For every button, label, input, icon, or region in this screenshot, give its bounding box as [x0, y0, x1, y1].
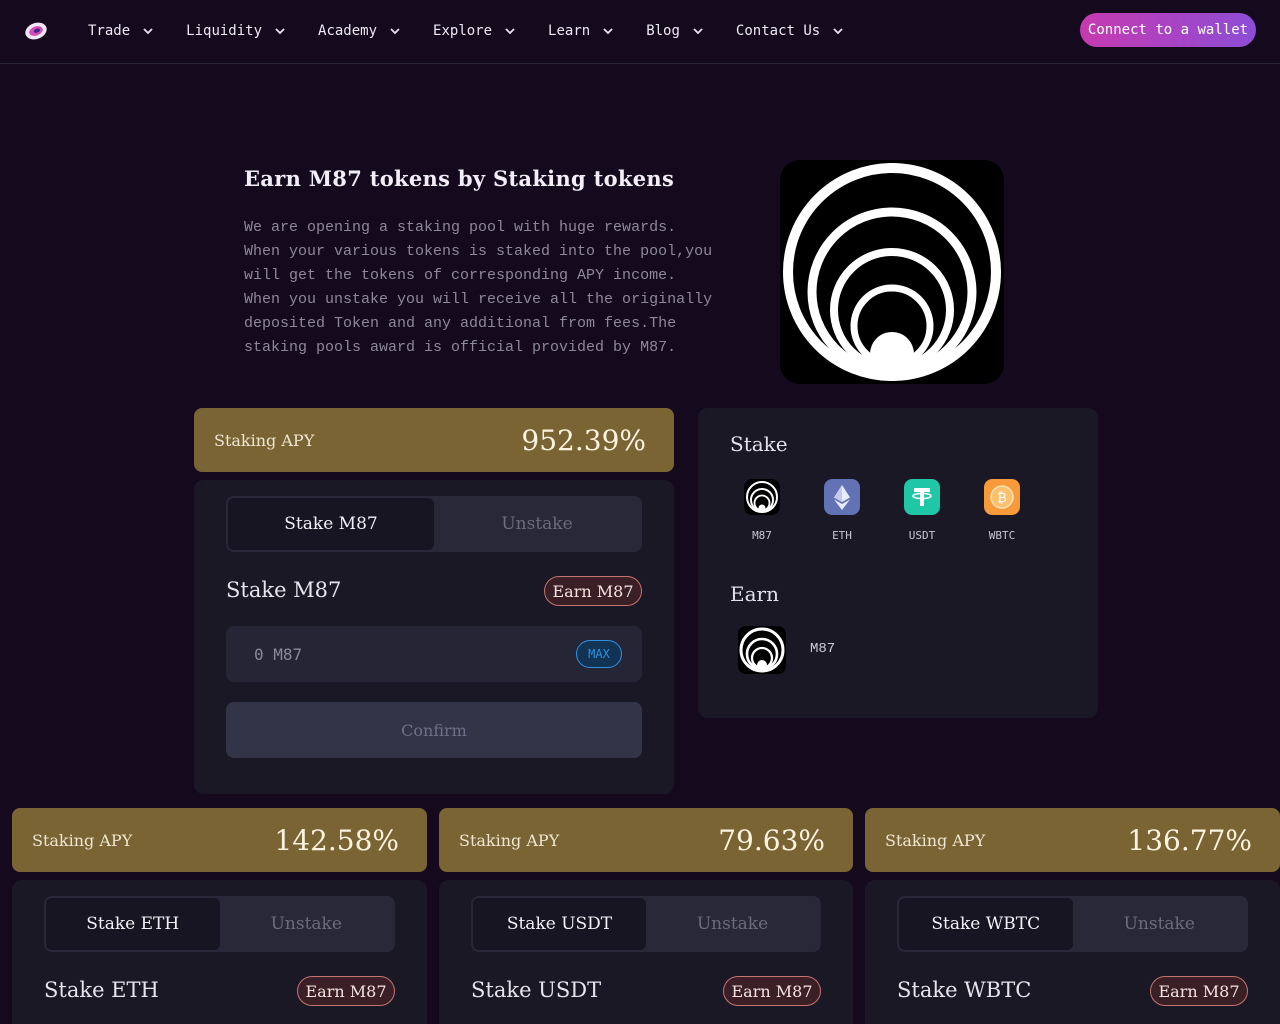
nav-trade-label: Trade — [88, 23, 131, 39]
m87-earn-icon — [738, 626, 786, 674]
apy-label: Staking APY — [214, 430, 315, 450]
m87-stake-panel: Stake M87 Unstake Stake M87 Earn M87 MAX… — [194, 480, 674, 794]
wbtc-stake-panel: Stake WBTC Unstake Stake WBTC Earn M87 — [865, 880, 1280, 1024]
usdt-stake-panel: Stake USDT Unstake Stake USDT Earn M87 — [439, 880, 853, 1024]
tab-stake-eth[interactable]: Stake ETH — [46, 898, 220, 950]
token-label: USDT — [908, 529, 936, 542]
apy-value: 79.63% — [718, 823, 825, 857]
apy-label: Staking APY — [459, 830, 560, 850]
apy-value: 142.58% — [274, 823, 399, 857]
token-eth[interactable]: ETH — [810, 479, 874, 542]
token-label: M87 — [752, 529, 772, 542]
wbtc-apy-bar: Staking APY 136.77% — [865, 808, 1280, 872]
nav-contact-us[interactable]: Contact Us — [736, 23, 844, 39]
tab-stake-m87[interactable]: Stake M87 — [228, 498, 434, 550]
tab-unstake[interactable]: Unstake — [1073, 898, 1247, 950]
svg-text:₿: ₿ — [997, 491, 1007, 506]
eth-apy-bar: Staking APY 142.58% — [12, 808, 427, 872]
max-button[interactable]: MAX — [576, 640, 622, 668]
stake-title: Stake ETH — [44, 978, 159, 1002]
app-logo-icon[interactable] — [24, 18, 48, 42]
nav-learn[interactable]: Learn — [548, 23, 614, 39]
main-nav: Trade Liquidity Academy Explore Learn Bl… — [88, 0, 876, 62]
nav-trade[interactable]: Trade — [88, 23, 154, 39]
stake-section-title: Stake — [730, 432, 788, 456]
chevron-down-icon — [833, 28, 843, 35]
nav-explore-label: Explore — [433, 23, 493, 39]
token-m87[interactable]: M87 — [730, 479, 794, 542]
chevron-down-icon — [390, 28, 400, 35]
wbtc-stake-tabs: Stake WBTC Unstake — [897, 896, 1248, 952]
usdt-stake-tabs: Stake USDT Unstake — [471, 896, 821, 952]
nav-liquidity[interactable]: Liquidity — [186, 23, 286, 39]
stake-title: Stake M87 — [226, 578, 342, 602]
m87-apy-bar: Staking APY 952.39% — [194, 408, 674, 472]
token-label: ETH — [832, 529, 852, 542]
chevron-down-icon — [275, 28, 285, 35]
stake-title: Stake USDT — [471, 978, 602, 1002]
tab-unstake[interactable]: Unstake — [434, 498, 640, 550]
nav-blog-label: Blog — [646, 23, 680, 39]
eth-stake-panel: Stake ETH Unstake Stake ETH Earn M87 — [12, 880, 427, 1024]
tab-unstake[interactable]: Unstake — [646, 898, 819, 950]
wbtc-icon: ₿ — [984, 479, 1020, 515]
confirm-button[interactable]: Confirm — [226, 702, 642, 758]
token-usdt[interactable]: USDT — [890, 479, 954, 542]
apy-label: Staking APY — [885, 830, 986, 850]
m87-logo-icon — [783, 163, 1001, 381]
token-wbtc[interactable]: ₿ WBTC — [970, 479, 1034, 542]
earn-badge: Earn M87 — [1150, 976, 1248, 1006]
tab-stake-usdt[interactable]: Stake USDT — [473, 898, 646, 950]
apy-value: 952.39% — [521, 423, 646, 457]
chevron-down-icon — [693, 28, 703, 35]
nav-academy-label: Academy — [318, 23, 378, 39]
m87-hero-logo — [780, 160, 1004, 384]
stake-title: Stake WBTC — [897, 978, 1032, 1002]
token-label: WBTC — [988, 529, 1016, 542]
nav-explore[interactable]: Explore — [433, 23, 516, 39]
earn-section-title: Earn — [730, 582, 779, 606]
usdt-icon — [904, 479, 940, 515]
tab-stake-wbtc[interactable]: Stake WBTC — [899, 898, 1073, 950]
earn-badge: Earn M87 — [723, 976, 821, 1006]
nav-contact-us-label: Contact Us — [735, 23, 821, 39]
m87-icon — [744, 479, 780, 515]
apy-label: Staking APY — [32, 830, 133, 850]
top-navigation-bar: Trade Liquidity Academy Explore Learn Bl… — [0, 0, 1280, 64]
nav-liquidity-label: Liquidity — [186, 23, 263, 39]
apy-value: 136.77% — [1127, 823, 1252, 857]
earn-badge: Earn M87 — [297, 976, 395, 1006]
hero-title: Earn M87 tokens by Staking tokens — [244, 166, 675, 191]
chevron-down-icon — [603, 28, 613, 35]
hero-description: We are opening a staking pool with huge … — [244, 219, 713, 356]
chevron-down-icon — [143, 28, 153, 35]
tab-unstake[interactable]: Unstake — [220, 898, 394, 950]
earn-token-label: M87 — [810, 641, 836, 657]
chevron-down-icon — [505, 28, 515, 35]
nav-academy[interactable]: Academy — [318, 23, 401, 39]
eth-icon — [824, 479, 860, 515]
usdt-apy-bar: Staking APY 79.63% — [439, 808, 853, 872]
eth-stake-tabs: Stake ETH Unstake — [44, 896, 395, 952]
earn-badge: Earn M87 — [544, 576, 642, 606]
nav-learn-label: Learn — [548, 23, 591, 39]
connect-wallet-button[interactable]: Connect to a wallet — [1080, 13, 1256, 47]
m87-stake-tabs: Stake M87 Unstake — [226, 496, 642, 552]
stake-amount-field: MAX — [226, 626, 642, 682]
nav-blog[interactable]: Blog — [646, 23, 704, 39]
